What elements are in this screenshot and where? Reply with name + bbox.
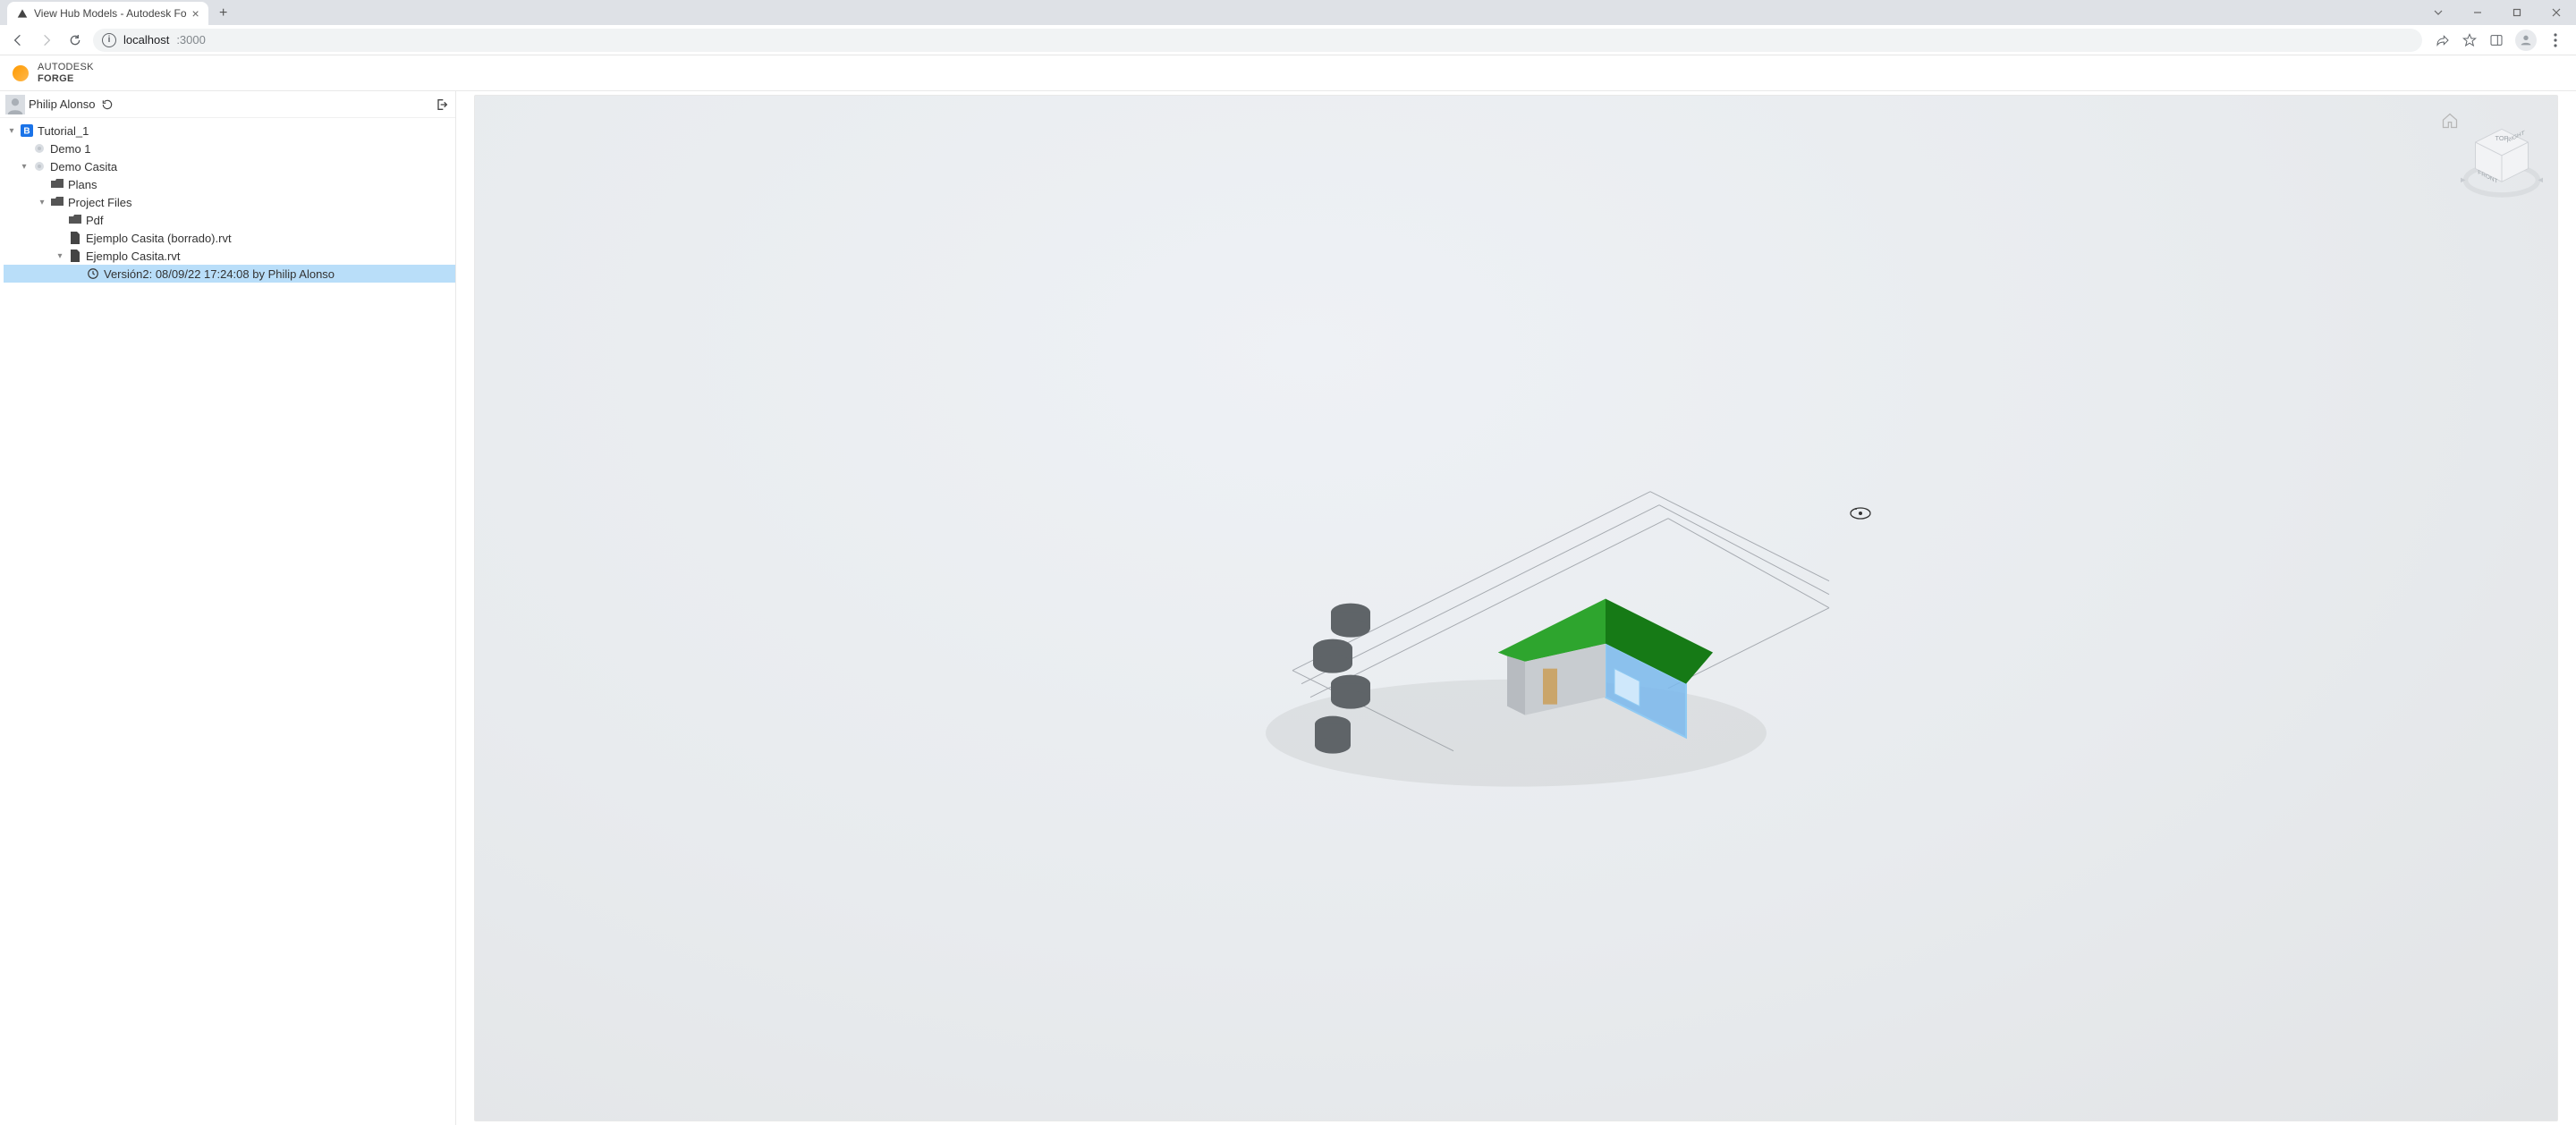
tree-node-project[interactable]: ▾ Demo Casita	[4, 157, 455, 175]
project-icon	[32, 159, 47, 173]
browser-toolbar: i localhost :3000	[0, 25, 2576, 55]
nav-back-button[interactable]	[7, 30, 29, 51]
brand-text: AUTODESK FORGE	[38, 62, 94, 83]
model-scene	[1185, 438, 1847, 816]
tree-node-folder[interactable]: ▸ Pdf	[4, 211, 455, 229]
nav-forward-button[interactable]	[36, 30, 57, 51]
share-icon[interactable]	[2435, 32, 2451, 48]
project-tree: ▾ B Tutorial_1 ▸ Demo 1 ▾ Demo Casita ▸	[0, 118, 455, 286]
close-icon[interactable]: ×	[192, 7, 199, 20]
collapse-icon[interactable]: ▾	[7, 126, 16, 136]
url-host: localhost	[123, 33, 169, 47]
nav-reload-button[interactable]	[64, 30, 86, 51]
app-header: AUTODESK FORGE	[0, 55, 2576, 91]
folder-icon	[68, 213, 82, 227]
kebab-menu-icon[interactable]	[2547, 32, 2563, 48]
viewer-panel: TOP FRONT RIGHT	[456, 91, 2576, 1125]
side-panel-icon[interactable]	[2488, 32, 2504, 48]
collapse-icon[interactable]: ▾	[20, 162, 29, 172]
collapse-icon[interactable]: ▾	[55, 251, 64, 261]
tree-label: Demo 1	[50, 142, 91, 156]
tree-node-file[interactable]: ▸ Ejemplo Casita (borrado).rvt	[4, 229, 455, 247]
file-icon	[68, 249, 82, 263]
tree-node-folder[interactable]: ▸ Plans	[4, 175, 455, 193]
forge-logo-icon	[13, 65, 29, 81]
orbit-cursor-icon	[1849, 505, 1872, 524]
window-close-button[interactable]	[2537, 0, 2576, 25]
favicon-icon	[16, 7, 29, 20]
bookmark-star-icon[interactable]	[2462, 32, 2478, 48]
collapse-icon[interactable]: ▾	[38, 198, 47, 207]
tree-label: Tutorial_1	[38, 124, 89, 138]
tree-label: Ejemplo Casita (borrado).rvt	[86, 232, 232, 245]
address-bar[interactable]: i localhost :3000	[93, 29, 2422, 52]
window-caret-down-button[interactable]	[2419, 0, 2458, 25]
tree-label: Project Files	[68, 196, 132, 209]
tree-label: Ejemplo Casita.rvt	[86, 250, 180, 263]
site-info-icon[interactable]: i	[102, 33, 116, 47]
viewcube[interactable]: TOP FRONT RIGHT	[2461, 123, 2543, 205]
tree-label: Plans	[68, 178, 97, 191]
sidebar-header: Philip Alonso	[0, 91, 455, 118]
logout-icon[interactable]	[434, 97, 450, 113]
url-port: :3000	[176, 33, 206, 47]
tree-node-project[interactable]: ▸ Demo 1	[4, 140, 455, 157]
user-name: Philip Alonso	[29, 97, 95, 111]
refresh-icon[interactable]	[100, 97, 114, 112]
tree-label: Demo Casita	[50, 160, 117, 173]
clock-icon	[86, 266, 100, 281]
folder-icon	[50, 195, 64, 209]
browser-tab[interactable]: View Hub Models - Autodesk Fo ×	[7, 2, 208, 25]
new-tab-button[interactable]: +	[212, 2, 235, 25]
tab-title: View Hub Models - Autodesk Fo	[34, 7, 187, 20]
sidebar: Philip Alonso ▾ B Tutorial_1 ▸ Demo 1 ▾ …	[0, 91, 456, 1125]
svg-text:B: B	[23, 127, 30, 137]
profile-avatar-button[interactable]	[2515, 30, 2537, 51]
project-icon	[32, 141, 47, 156]
bim360-hub-icon: B	[20, 123, 34, 138]
user-avatar-icon	[5, 95, 25, 114]
file-icon	[68, 231, 82, 245]
tree-node-file[interactable]: ▾ Ejemplo Casita.rvt	[4, 247, 455, 265]
tree-node-hub[interactable]: ▾ B Tutorial_1	[4, 122, 455, 140]
tree-label: Pdf	[86, 214, 104, 227]
window-minimize-button[interactable]	[2458, 0, 2497, 25]
tree-label: Versión2: 08/09/22 17:24:08 by Philip Al…	[104, 267, 335, 281]
viewer-canvas[interactable]: TOP FRONT RIGHT	[474, 95, 2558, 1121]
window-maximize-button[interactable]	[2497, 0, 2537, 25]
tree-node-version-selected[interactable]: ▸ Versión2: 08/09/22 17:24:08 by Philip …	[4, 265, 455, 283]
viewer-home-icon[interactable]	[2441, 112, 2459, 132]
folder-icon	[50, 177, 64, 191]
browser-tab-strip: View Hub Models - Autodesk Fo × +	[0, 0, 2576, 25]
tree-node-folder[interactable]: ▾ Project Files	[4, 193, 455, 211]
